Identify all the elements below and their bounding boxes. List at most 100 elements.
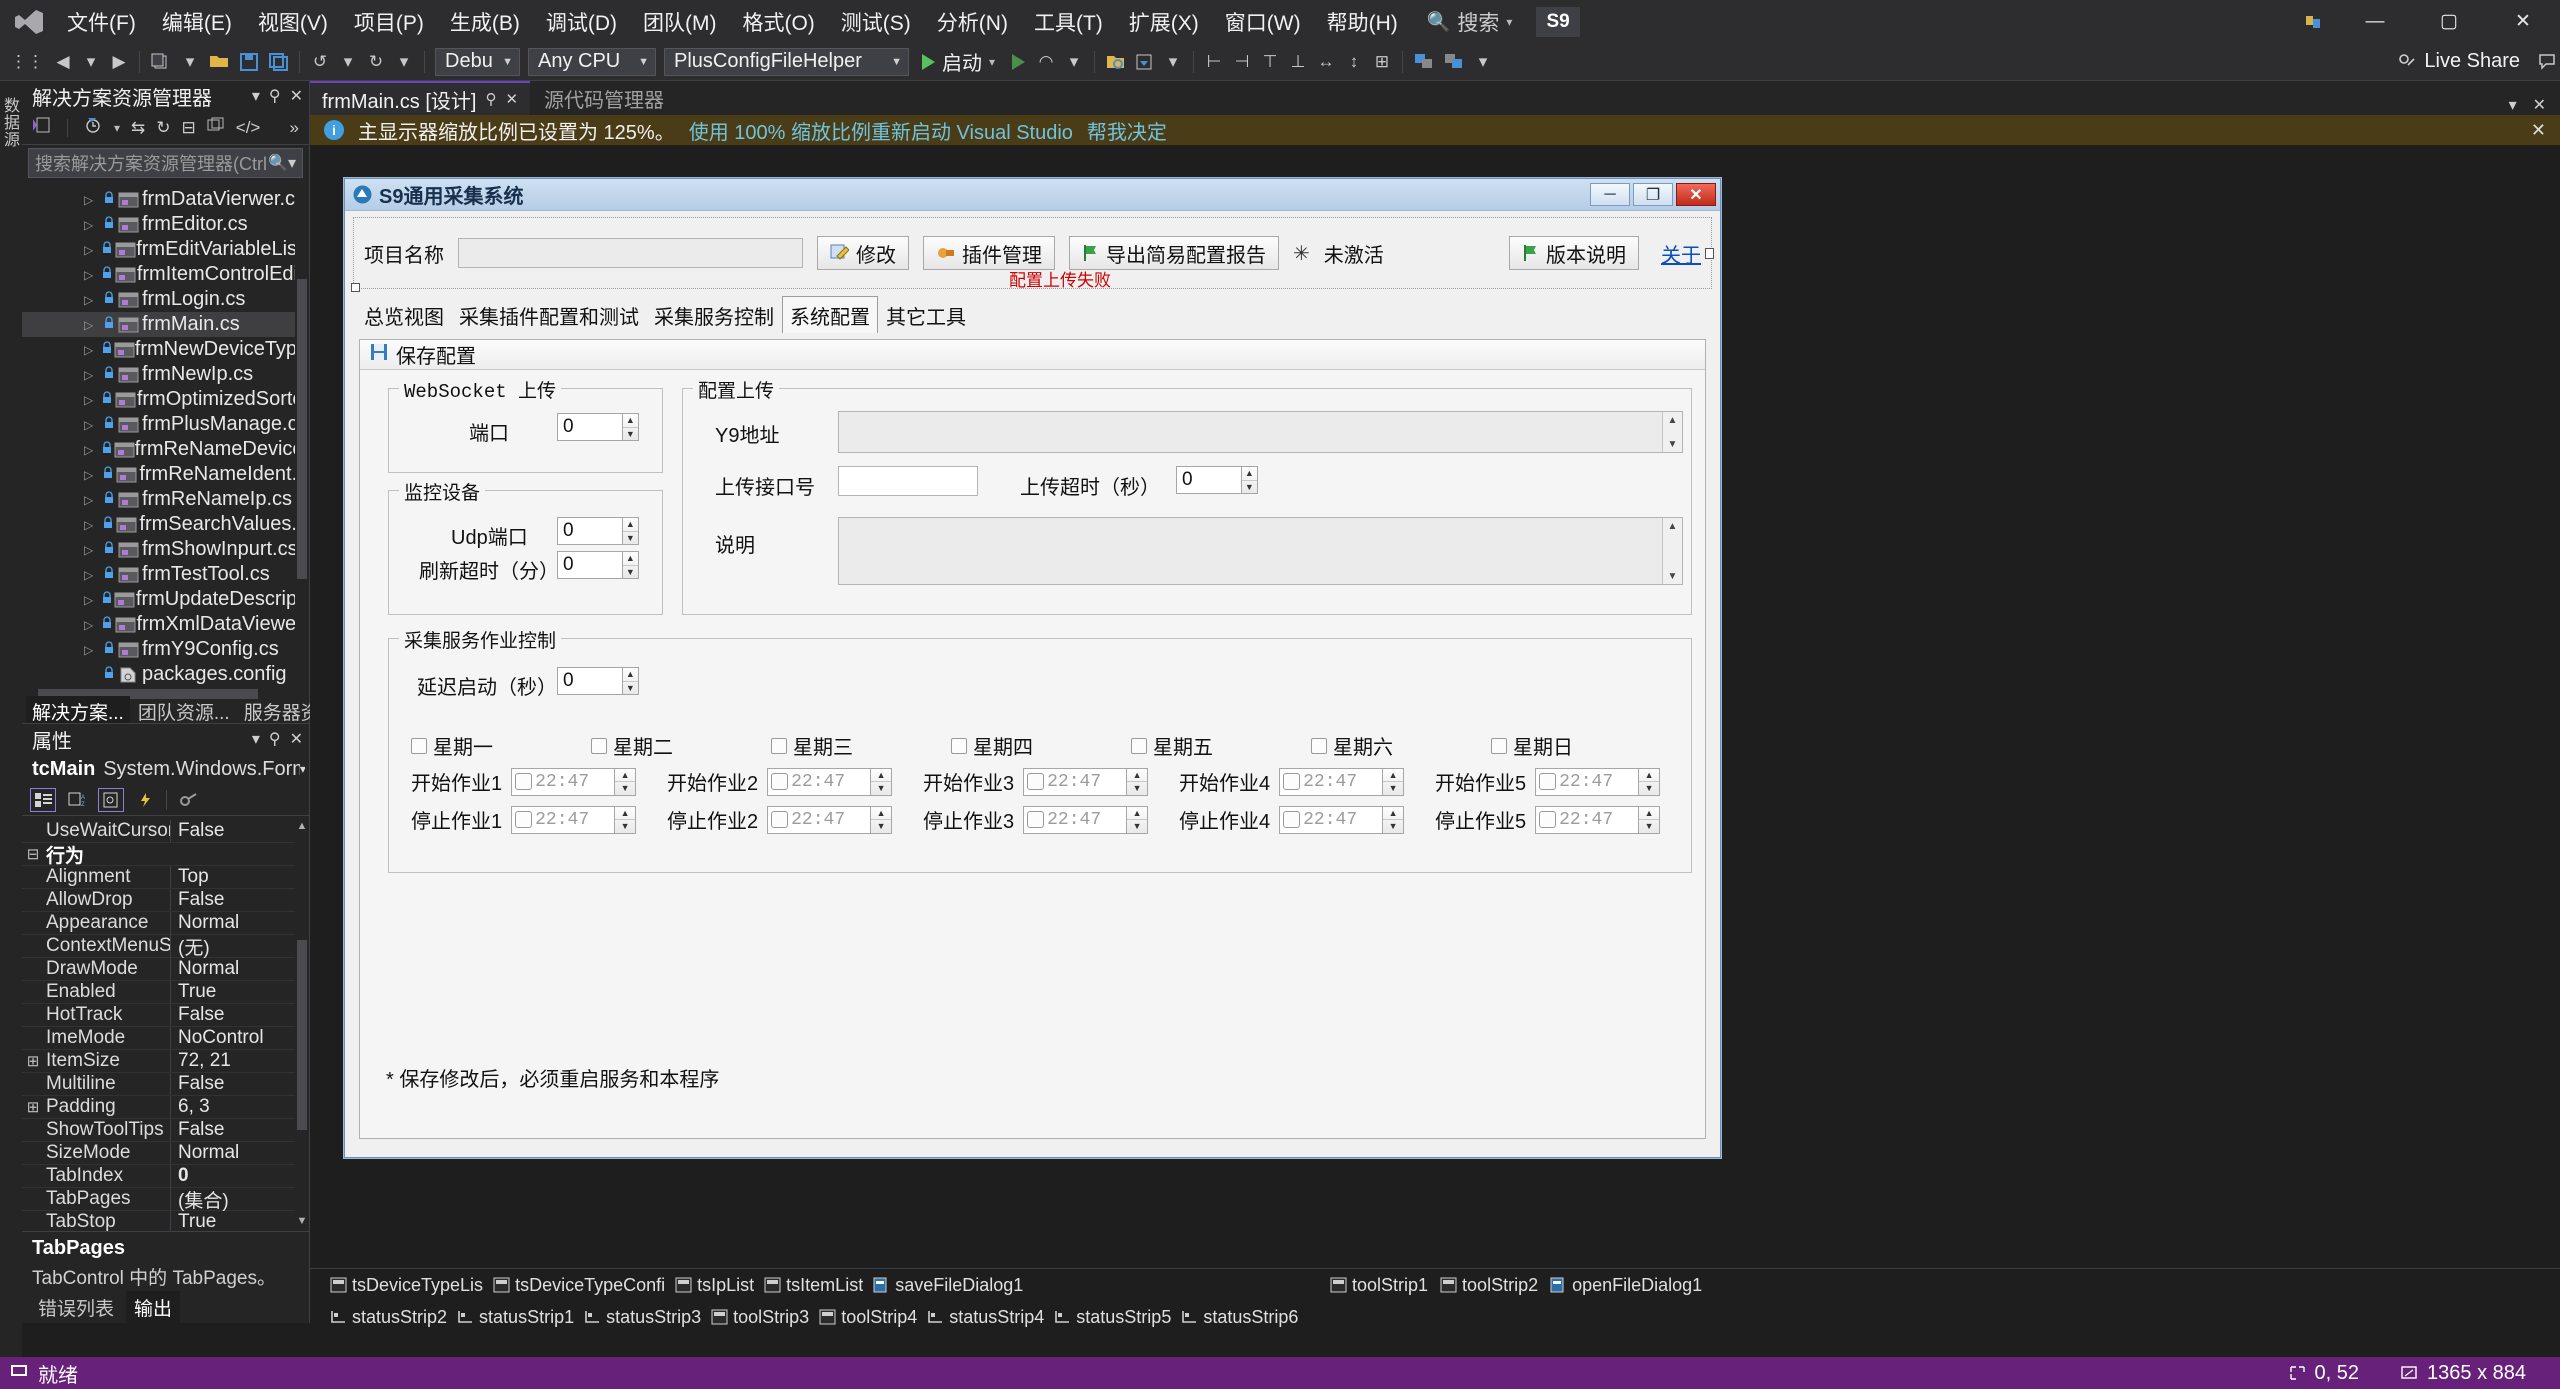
solution-tree-item[interactable]: ▷ frmEditor.cs (22, 212, 309, 237)
close-icon[interactable]: ✕ (290, 729, 303, 749)
spin-up-icon[interactable]: ▲ (622, 518, 638, 532)
solution-tree-item[interactable]: ▷ frmOptimizedSortedIt (22, 387, 309, 412)
save-all-icon[interactable] (265, 47, 292, 77)
solution-explorer-bottom-tabs[interactable]: 解决方案... 团队资源... 服务器资... (22, 695, 336, 727)
close-icon[interactable]: ✕ (2531, 120, 2546, 141)
menu-edit[interactable]: 编辑(E) (149, 2, 245, 42)
checkbox-icon[interactable] (1283, 810, 1301, 828)
spin-up-icon[interactable]: ▲ (1383, 769, 1404, 782)
solution-tree-item[interactable]: ▷ frmEditVariableList.cs (22, 237, 309, 262)
minimize-button[interactable]: — (2338, 0, 2412, 43)
close-icon[interactable]: ✕ (290, 86, 303, 106)
bring-to-front-icon[interactable] (1410, 47, 1438, 77)
weekday-checkbox[interactable]: 星期五 (1131, 731, 1311, 760)
checkbox-icon[interactable] (1027, 772, 1045, 790)
spin-up-icon[interactable]: ▲ (615, 807, 636, 820)
tray-component[interactable]: statusStrip1 (457, 1307, 574, 1328)
account-badge[interactable]: S9 (1536, 6, 1580, 37)
solution-tree-item[interactable]: ▷ frmMain.cs (22, 312, 309, 337)
property-value[interactable]: (集合) (170, 1185, 309, 1213)
pin-icon[interactable]: ⚲ (269, 729, 281, 749)
send-to-back-icon[interactable] (1440, 47, 1468, 77)
live-share-button[interactable]: Live Share (2398, 50, 2520, 73)
form-close-button[interactable]: ✕ (1676, 183, 1716, 206)
scroll-down-icon[interactable]: ▼ (1663, 568, 1682, 584)
tray-component[interactable]: toolStrip3 (711, 1307, 809, 1328)
property-value[interactable]: 72, 21 (170, 1050, 309, 1072)
expand-chevron-icon[interactable]: ▷ (84, 543, 102, 557)
spin-down-icon[interactable]: ▼ (1383, 820, 1403, 833)
resize-handle-right[interactable] (1705, 248, 1714, 259)
stop-job-time-picker[interactable]: 22:47 ▲ ▼ (767, 805, 893, 834)
attach-dropdown-icon[interactable]: ▾ (1061, 47, 1087, 77)
modify-button[interactable]: 修改 (817, 236, 909, 270)
form-tab[interactable]: 采集服务控制 (647, 297, 781, 333)
form-tab[interactable]: 总览视图 (357, 297, 451, 333)
spin-down-icon[interactable]: ▼ (623, 682, 638, 695)
properties-icon[interactable]: </> (236, 118, 261, 138)
spin-down-icon[interactable]: ▼ (871, 782, 891, 795)
property-value[interactable]: NoControl (170, 1027, 309, 1049)
chevron-down-icon[interactable]: ▾ (300, 762, 305, 776)
form-tab[interactable]: 采集插件配置和测试 (452, 297, 646, 333)
tray-component[interactable]: statusStrip2 (330, 1307, 447, 1328)
chevron-down-icon[interactable]: ▾ (288, 153, 296, 173)
save-config-toolbar[interactable]: 保存配置 (360, 340, 1705, 370)
tray-component[interactable]: tsDeviceTypeConfi (493, 1275, 665, 1296)
spin-up-icon[interactable]: ▲ (1127, 769, 1148, 782)
solution-configuration-combo[interactable]: Debug ▼ (435, 47, 520, 76)
spin-down-icon[interactable]: ▼ (871, 820, 891, 833)
property-value[interactable]: (无) (170, 932, 309, 960)
chevron-down-icon[interactable]: ▾ (114, 121, 120, 135)
solution-tree-item[interactable]: ▷ frmItemControlEditor. (22, 262, 309, 287)
checkbox-icon[interactable] (951, 737, 967, 754)
checkbox-icon[interactable] (1283, 772, 1301, 790)
menu-extensions[interactable]: 扩展(X) (1116, 2, 1212, 42)
align-lefts-icon[interactable]: ⊢ (1201, 47, 1227, 77)
global-search[interactable]: 🔍 搜索 ▾ (1427, 7, 1513, 37)
delay-start-spinner[interactable]: 0 ▲ ▼ (557, 667, 639, 695)
make-same-width-icon[interactable]: ↔ (1313, 47, 1339, 77)
tab-list-icon[interactable]: ▾ (2509, 95, 2517, 115)
solution-tree-item[interactable]: ▷ frmReNameIdent.cs (22, 462, 309, 487)
property-expander-icon[interactable]: ⊟ (22, 845, 44, 863)
s9-collection-system-form[interactable]: S9通用采集系统 ─ ❐ ✕ 项目名称 修改 插件管理 导出简易配置报告 ✳ 未… (344, 178, 1721, 1158)
spin-up-icon[interactable]: ▲ (871, 807, 892, 820)
websocket-port-spinner[interactable]: 0 ▲ ▼ (557, 413, 639, 441)
undo-icon[interactable]: ↺ (307, 47, 333, 77)
spin-up-icon[interactable]: ▲ (622, 552, 638, 566)
property-row[interactable]: SizeMode Normal (22, 1142, 309, 1165)
align-centers-icon[interactable]: ⊣ (1229, 47, 1255, 77)
tray-component[interactable]: openFileDialog1 (1550, 1275, 1702, 1296)
checkbox-icon[interactable] (1131, 737, 1147, 754)
property-value[interactable]: Normal (170, 1142, 309, 1164)
weekday-checkbox[interactable]: 星期日 (1491, 731, 1671, 760)
tab-source-control-explorer[interactable]: 源代码管理器 (530, 81, 679, 115)
refresh-timeout-spinner[interactable]: 0 ▲ ▼ (557, 551, 639, 579)
description-scrollbar[interactable]: ▲ ▼ (1662, 518, 1682, 584)
spin-up-icon[interactable]: ▲ (1639, 769, 1660, 782)
start-debug-button[interactable]: 启动 ▾ (914, 47, 1003, 77)
property-value[interactable]: True (170, 981, 309, 1003)
expand-chevron-icon[interactable]: ▷ (84, 368, 102, 382)
property-value[interactable]: False (170, 889, 309, 911)
version-notes-button[interactable]: 版本说明 (1509, 236, 1639, 270)
spin-down-icon[interactable]: ▼ (1639, 782, 1659, 795)
solution-tree-item[interactable]: ▷ frmXmlDataViewer.cs (22, 612, 309, 637)
expand-chevron-icon[interactable]: ▷ (84, 293, 102, 307)
property-row[interactable]: ContextMenuS (无) (22, 932, 309, 960)
tray-component[interactable]: statusStrip3 (584, 1307, 701, 1328)
menu-window[interactable]: 窗口(W) (1212, 2, 1314, 42)
save-icon[interactable] (236, 47, 263, 77)
solution-explorer-bottom-tab[interactable]: 团队资源... (132, 696, 236, 727)
menu-test[interactable]: 测试(S) (828, 2, 924, 42)
navigate-backward-icon[interactable]: ◀ (50, 47, 76, 77)
checkbox-icon[interactable] (1027, 810, 1045, 828)
expand-chevron-icon[interactable]: ▷ (84, 518, 101, 532)
redo-icon[interactable]: ↻ (363, 47, 389, 77)
tray-component[interactable]: toolStrip1 (1330, 1275, 1428, 1296)
info-bar-help-link[interactable]: 帮我决定 (1087, 116, 1167, 145)
switch-views-icon[interactable] (32, 117, 51, 139)
start-job-cell[interactable]: 开始作业1 22:47 ▲ ▼ (411, 767, 667, 796)
show-all-files-icon[interactable] (207, 117, 225, 138)
